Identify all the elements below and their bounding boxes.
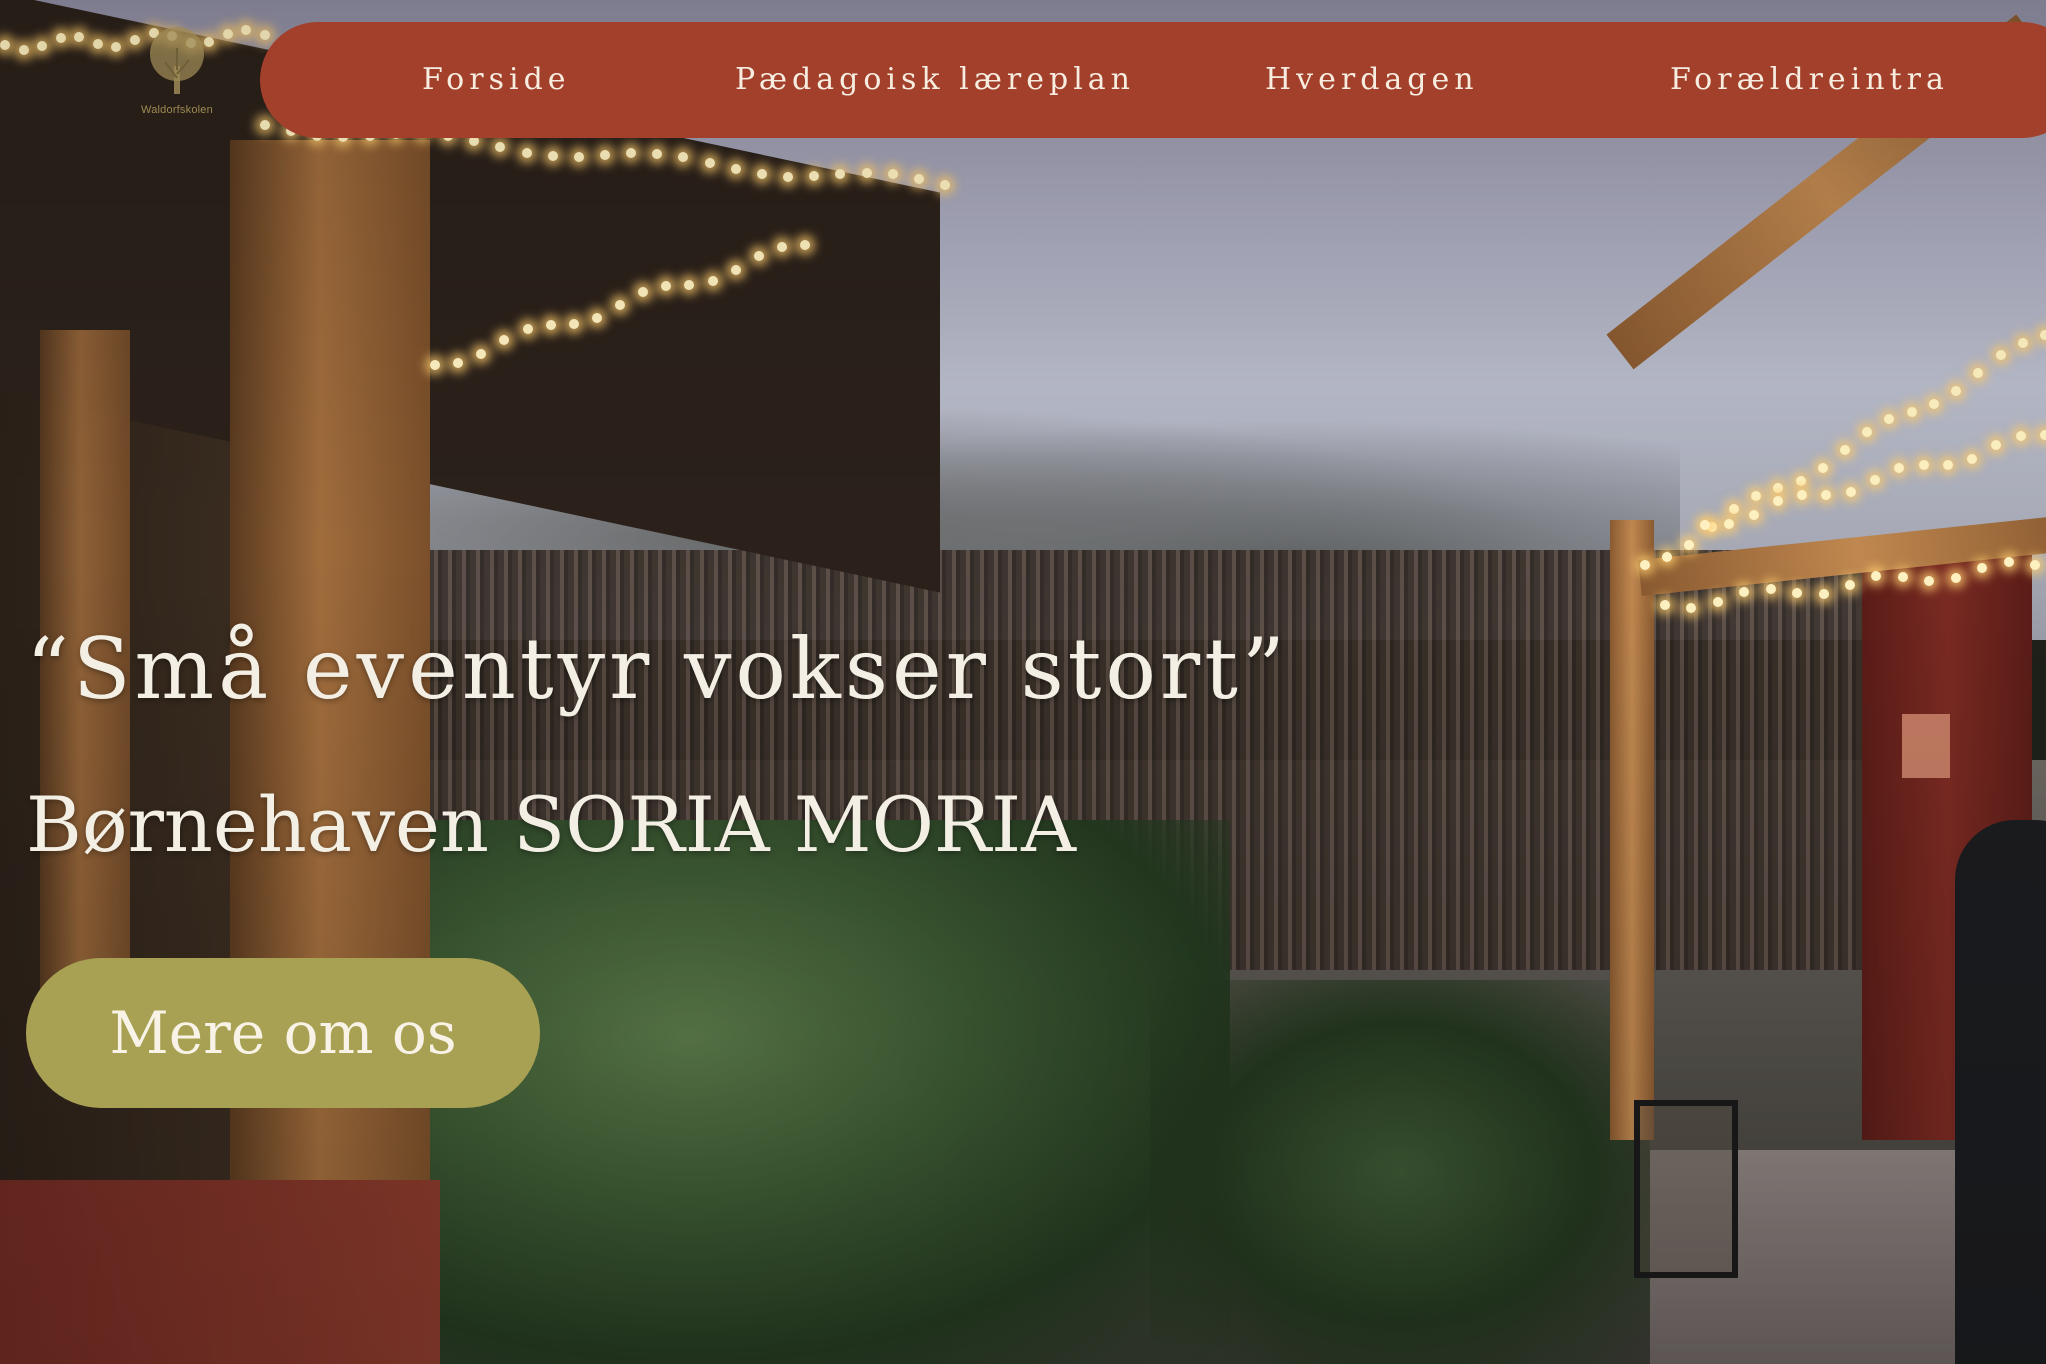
hero-section: Waldorfskolen Forside Pædagoisk læreplan… [0,0,2046,1364]
nav-link-paedagogisk-laereplan[interactable]: Pædagoisk læreplan [735,22,1135,138]
logo-text: Waldorfskolen [141,104,213,116]
nav-link-foraeldreintra[interactable]: Forældreintra [1670,22,1949,138]
hero-quote: “Små eventyr vokser stort” [26,620,1289,718]
hero-subtitle: Børnehaven SORIA MORIA [26,780,1077,869]
logo[interactable]: Waldorfskolen [118,22,236,134]
more-about-us-button[interactable]: Mere om os [26,958,540,1108]
main-navigation: Forside Pædagoisk læreplan Hverdagen For… [260,22,2046,138]
tree-icon [118,22,236,102]
nav-link-forside[interactable]: Forside [422,22,571,138]
nav-link-hverdagen[interactable]: Hverdagen [1265,22,1479,138]
